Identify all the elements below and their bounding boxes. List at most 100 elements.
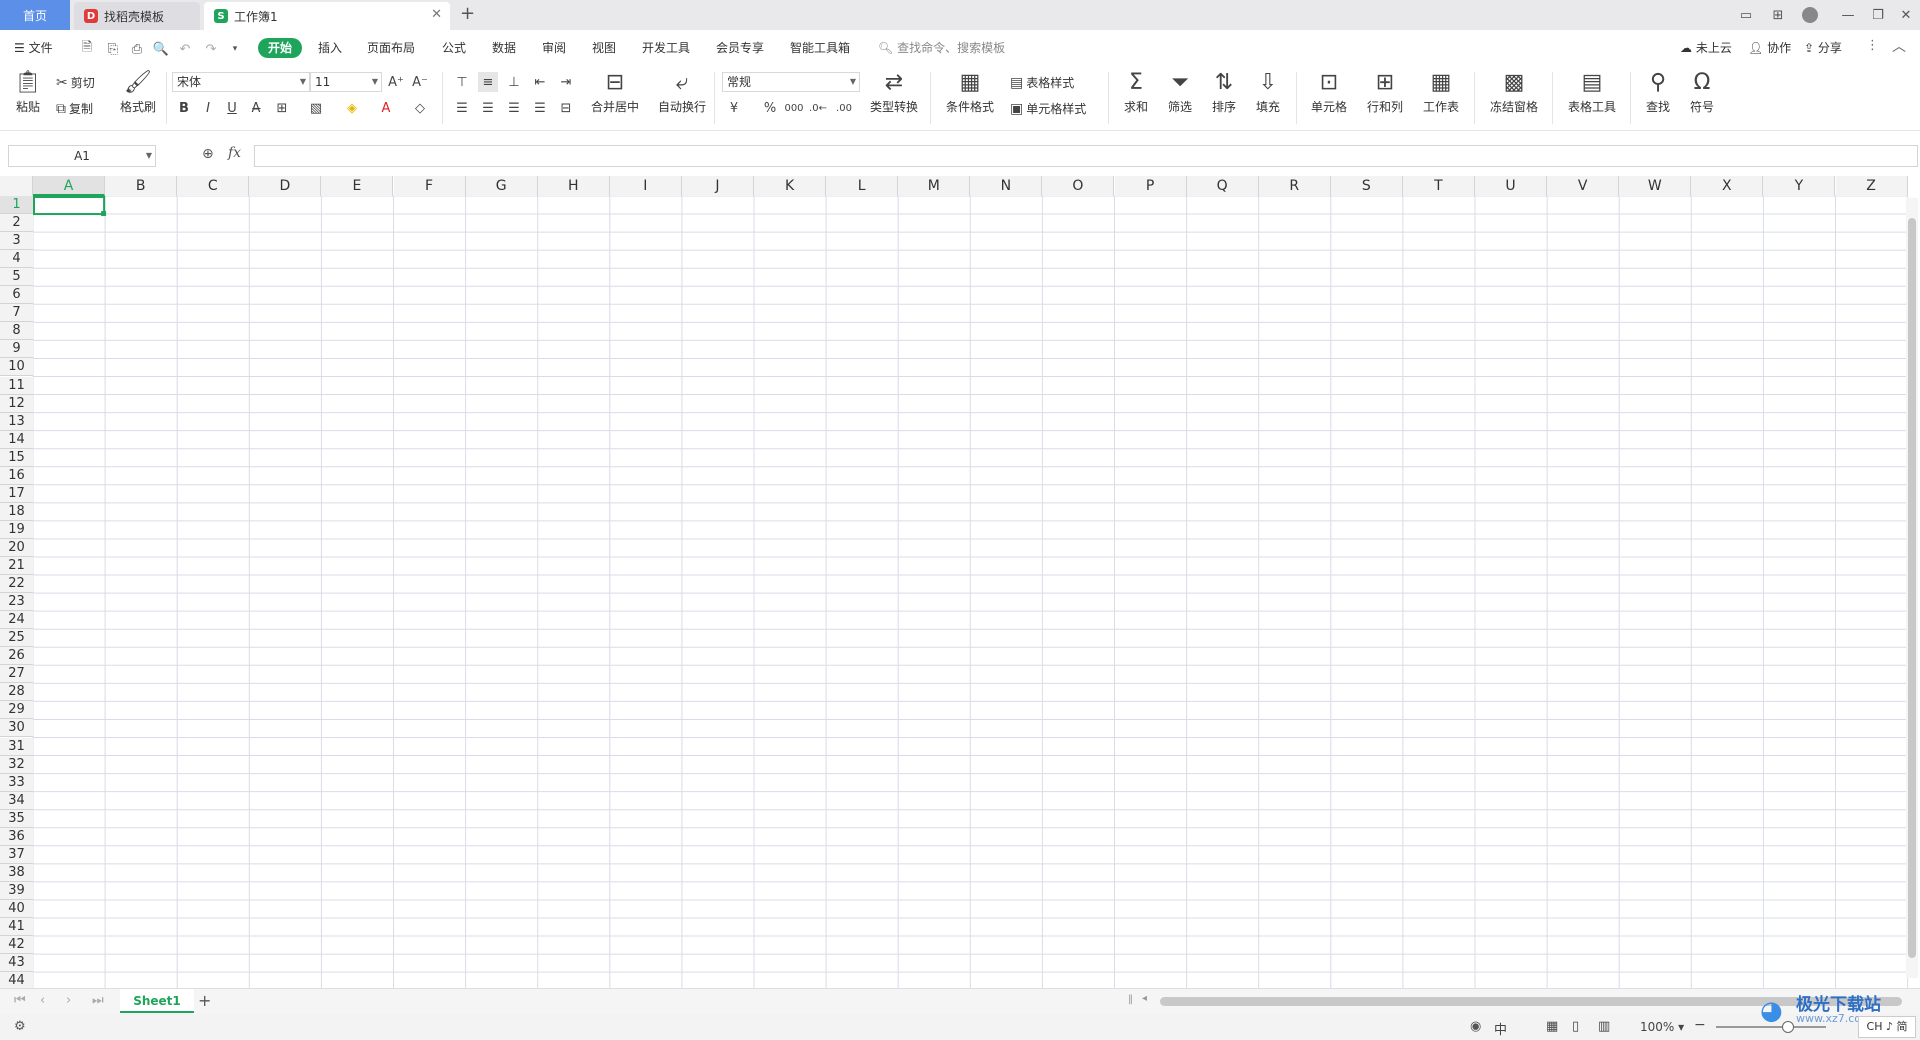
row-header-15[interactable]: 15 [0, 448, 33, 467]
column-header-e[interactable]: E [321, 176, 394, 196]
indent-decrease-icon[interactable]: ⇤ [530, 72, 550, 92]
scroll-left-icon[interactable]: ◂ [1142, 993, 1147, 1004]
page-break-view-icon[interactable]: ▥ [1598, 1019, 1610, 1034]
row-header-20[interactable]: 20 [0, 538, 33, 557]
column-header-y[interactable]: Y [1763, 176, 1836, 196]
underline-icon[interactable]: U [222, 98, 242, 118]
row-header-21[interactable]: 21 [0, 557, 33, 576]
tab-data[interactable]: 数据 [492, 39, 516, 56]
column-header-o[interactable]: O [1042, 176, 1115, 196]
align-center-icon[interactable]: ☰ [478, 98, 498, 118]
tab-formulas[interactable]: 公式 [442, 39, 466, 56]
tab-developer[interactable]: 开发工具 [642, 39, 690, 56]
row-header-41[interactable]: 41 [0, 918, 33, 937]
minimize-icon[interactable]: — [1836, 4, 1860, 26]
page-layout-view-icon[interactable]: ▯ [1572, 1019, 1579, 1034]
format-painter-button[interactable]: 🖌︎ 格式刷 [116, 70, 160, 115]
row-header-19[interactable]: 19 [0, 520, 33, 539]
cell-button[interactable]: ⊡ 单元格 [1304, 70, 1354, 115]
strikethrough-icon[interactable]: A̶ [246, 98, 266, 118]
justify-icon[interactable]: ☰ [530, 98, 550, 118]
tab-template[interactable]: D 找稻壳模板 [74, 2, 200, 30]
cell-style-button[interactable]: ▣ 单元格样式 [1010, 100, 1086, 117]
clear-format-icon[interactable]: ◇ [410, 98, 430, 118]
fill-button[interactable]: ⇩ 填充 [1250, 70, 1286, 115]
fill-color-icon[interactable]: ◈ [342, 98, 362, 118]
wrap-text-button[interactable]: ⤶ 自动换行 [654, 70, 710, 115]
column-header-u[interactable]: U [1475, 176, 1548, 196]
thousands-icon[interactable]: 000 [784, 98, 804, 118]
add-sheet-button[interactable]: + [198, 991, 211, 1010]
bold-icon[interactable]: B [174, 98, 194, 118]
distributed-icon[interactable]: ⊟ [556, 98, 576, 118]
ime-indicator[interactable]: 中 [1494, 1019, 1507, 1038]
vertical-scroll-thumb[interactable] [1908, 218, 1916, 958]
column-header-b[interactable]: B [105, 176, 178, 196]
column-header-j[interactable]: J [681, 176, 754, 196]
collab-button[interactable]: 👤︎ 协作 [1748, 39, 1791, 56]
number-format-select[interactable]: 常规 ▼ [722, 72, 860, 92]
tab-view[interactable]: 视图 [592, 39, 616, 56]
column-header-z[interactable]: Z [1835, 176, 1908, 196]
row-header-29[interactable]: 29 [0, 701, 33, 720]
print-preview-icon[interactable]: 🔍 [152, 40, 170, 58]
sheet-tab-sheet1[interactable]: Sheet1 [120, 989, 194, 1013]
column-header-q[interactable]: Q [1186, 176, 1259, 196]
close-tab-icon[interactable]: ✕ [431, 7, 442, 22]
command-search[interactable]: 🔍︎ 查找命令、搜索模板 [878, 39, 1005, 56]
cut-button[interactable]: ✂ 剪切 [56, 74, 95, 91]
column-header-h[interactable]: H [537, 176, 610, 196]
row-col-button[interactable]: ⊞ 行和列 [1360, 70, 1410, 115]
row-header-17[interactable]: 17 [0, 484, 33, 503]
tab-workbook[interactable]: S 工作簿1 ✕ [204, 2, 450, 30]
type-convert-button[interactable]: ⇄ 类型转换 [864, 70, 924, 115]
row-header-18[interactable]: 18 [0, 502, 33, 521]
row-header-38[interactable]: 38 [0, 863, 33, 882]
row-header-39[interactable]: 39 [0, 881, 33, 900]
tab-home[interactable]: 首页 [0, 0, 70, 30]
worksheet-button[interactable]: ▦ 工作表 [1416, 70, 1466, 115]
cell-shading-icon[interactable]: ▧ [306, 98, 326, 118]
column-header-p[interactable]: P [1114, 176, 1187, 196]
row-header-13[interactable]: 13 [0, 412, 33, 431]
export-icon[interactable]: ⎘ [104, 40, 122, 58]
column-header-s[interactable]: S [1330, 176, 1403, 196]
row-header-37[interactable]: 37 [0, 845, 33, 864]
undo-icon[interactable]: ↶ [176, 40, 194, 58]
column-header-f[interactable]: F [393, 176, 466, 196]
column-header-g[interactable]: G [465, 176, 538, 196]
row-header-40[interactable]: 40 [0, 899, 33, 918]
column-header-v[interactable]: V [1547, 176, 1620, 196]
formula-input[interactable] [254, 145, 1918, 167]
select-all-corner[interactable] [0, 176, 33, 196]
row-header-25[interactable]: 25 [0, 629, 33, 648]
window-layout-icon[interactable]: ▭ [1734, 4, 1758, 26]
row-header-31[interactable]: 31 [0, 737, 33, 756]
row-header-43[interactable]: 43 [0, 954, 33, 973]
column-header-d[interactable]: D [249, 176, 322, 196]
row-header-11[interactable]: 11 [0, 376, 33, 395]
column-header-m[interactable]: M [898, 176, 971, 196]
close-window-icon[interactable]: ✕ [1894, 4, 1918, 26]
normal-view-icon[interactable]: ▦ [1546, 1019, 1558, 1034]
cloud-button[interactable]: ☁ 未上云 [1680, 39, 1732, 56]
column-header-i[interactable]: I [609, 176, 682, 196]
decrease-font-icon[interactable]: A⁻ [410, 72, 430, 92]
prev-sheet-icon[interactable]: ‹ [40, 993, 45, 1008]
freeze-panes-button[interactable]: ▩ 冻结窗格 [1484, 70, 1544, 115]
row-header-2[interactable]: 2 [0, 214, 33, 233]
row-header-32[interactable]: 32 [0, 755, 33, 774]
row-header-28[interactable]: 28 [0, 683, 33, 702]
font-name-select[interactable]: 宋体 ▼ [172, 72, 310, 92]
tab-review[interactable]: 审阅 [542, 39, 566, 56]
align-left-icon[interactable]: ☰ [452, 98, 472, 118]
column-header-r[interactable]: R [1258, 176, 1331, 196]
first-sheet-icon[interactable]: ⏮ [14, 993, 26, 1008]
align-middle-icon[interactable]: ≡ [478, 72, 498, 92]
row-header-10[interactable]: 10 [0, 358, 33, 377]
row-header-9[interactable]: 9 [0, 340, 33, 359]
row-header-22[interactable]: 22 [0, 575, 33, 594]
border-icon[interactable]: ⊞ [272, 98, 292, 118]
sort-button[interactable]: ⇅ 排序 [1206, 70, 1242, 115]
table-tools-button[interactable]: ▤ 表格工具 [1562, 70, 1622, 115]
